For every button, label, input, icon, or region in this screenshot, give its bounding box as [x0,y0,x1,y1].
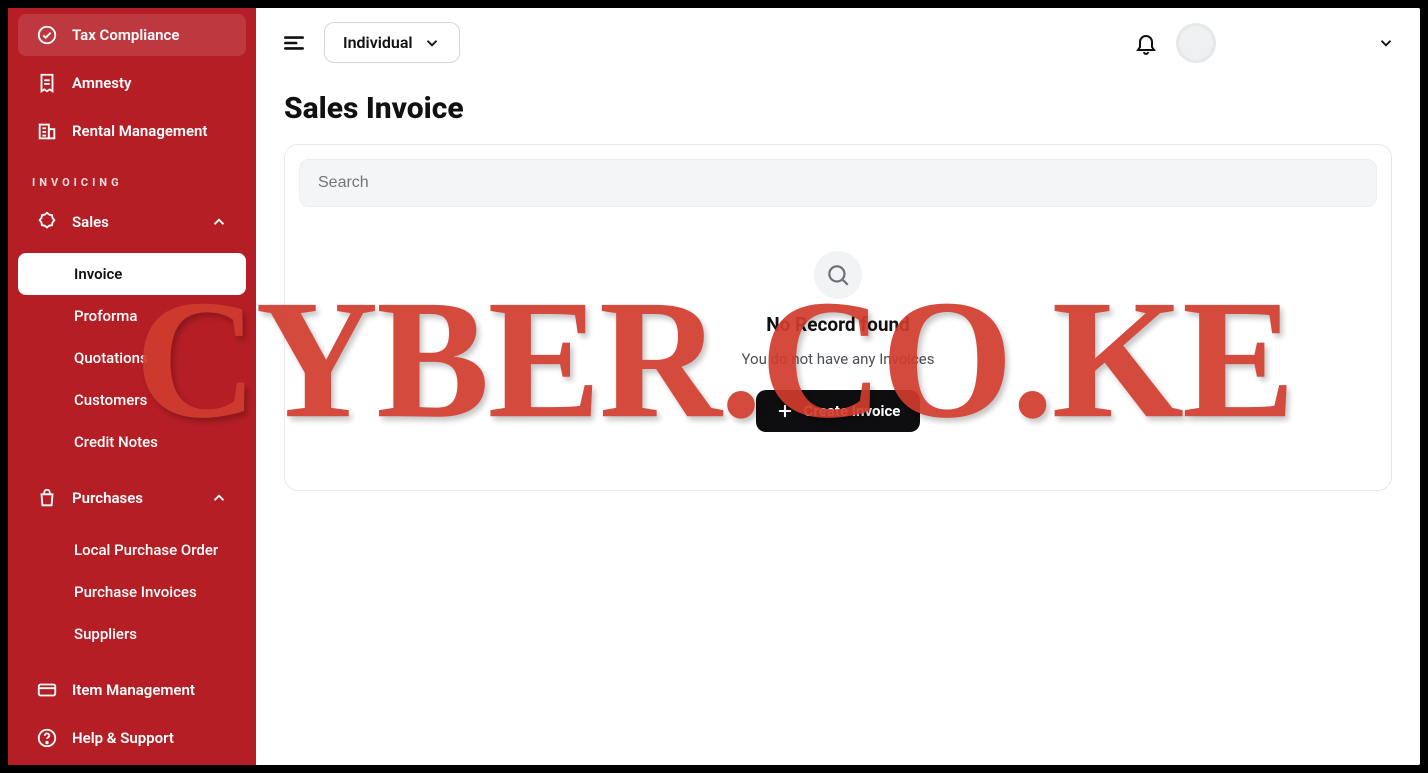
sidebar-subitem-quotations[interactable]: Quotations [18,337,246,379]
chevron-up-icon [210,489,228,507]
main-content: Individual [256,8,1420,765]
purchases-sublist: Local Purchase Order Purchase Invoices S… [8,525,256,663]
sidebar-item-label: Item Management [72,681,195,699]
chevron-down-icon [1376,33,1396,53]
search-input[interactable] [299,159,1377,207]
sidebar-item-purchases[interactable]: Purchases [18,477,246,519]
create-invoice-button[interactable]: Create Invoice [756,390,921,432]
sidebar-item-label: Amnesty [72,74,132,92]
badge-icon [36,211,58,233]
empty-title: No Record found [766,313,910,336]
page-title: Sales Invoice [256,77,1420,144]
sidebar-subitem-purchase-invoices[interactable]: Purchase Invoices [18,571,246,613]
sidebar-item-rental-management[interactable]: Rental Management [18,110,246,152]
sidebar-item-label: Tax Compliance [72,26,179,44]
menu-toggle-button[interactable] [280,29,308,57]
sidebar-item-tax-compliance[interactable]: Tax Compliance [18,14,246,56]
sidebar-subitem-lpo[interactable]: Local Purchase Order [18,529,246,571]
help-circle-icon [36,727,58,749]
card-icon [36,679,58,701]
search-empty-icon [814,251,862,299]
chevron-up-icon [210,213,228,231]
sidebar-subitem-proforma[interactable]: Proforma [18,295,246,337]
account-type-label: Individual [343,33,413,52]
sidebar-item-help-support[interactable]: Help & Support [18,717,246,759]
check-circle-icon [36,24,58,46]
sidebar-item-label: Rental Management [72,122,207,140]
invoice-card: No Record found You do not have any Invo… [284,144,1392,491]
bag-icon [36,487,58,509]
sidebar-item-label: Purchases [72,489,143,507]
avatar [1176,23,1216,63]
sidebar-item-item-management[interactable]: Item Management [18,669,246,711]
empty-subtitle: You do not have any Invoices [742,350,935,368]
notifications-button[interactable] [1132,29,1160,57]
sidebar-item-sales[interactable]: Sales [18,201,246,243]
create-invoice-label: Create Invoice [804,402,901,420]
sidebar-subitem-credit-notes[interactable]: Credit Notes [18,421,246,463]
sidebar-item-label: Sales [72,213,109,231]
empty-state: No Record found You do not have any Invo… [299,207,1377,476]
sidebar-item-label: Help & Support [72,729,174,747]
sidebar-subitem-invoice[interactable]: Invoice [18,253,246,295]
sidebar-subitem-customers[interactable]: Customers [18,379,246,421]
sales-sublist: Invoice Proforma Quotations Customers Cr… [8,249,256,471]
building-icon [36,120,58,142]
account-type-select[interactable]: Individual [324,22,460,63]
chevron-down-icon [423,34,441,52]
plus-icon [776,402,794,420]
receipt-icon [36,72,58,94]
sidebar-section-invoicing: INVOICING [8,158,256,195]
sidebar-item-amnesty[interactable]: Amnesty [18,62,246,104]
user-menu[interactable] [1176,23,1396,63]
topbar: Individual [256,8,1420,77]
sidebar: Tax Compliance Amnesty Rental Management… [8,8,256,765]
sidebar-subitem-suppliers[interactable]: Suppliers [18,613,246,655]
